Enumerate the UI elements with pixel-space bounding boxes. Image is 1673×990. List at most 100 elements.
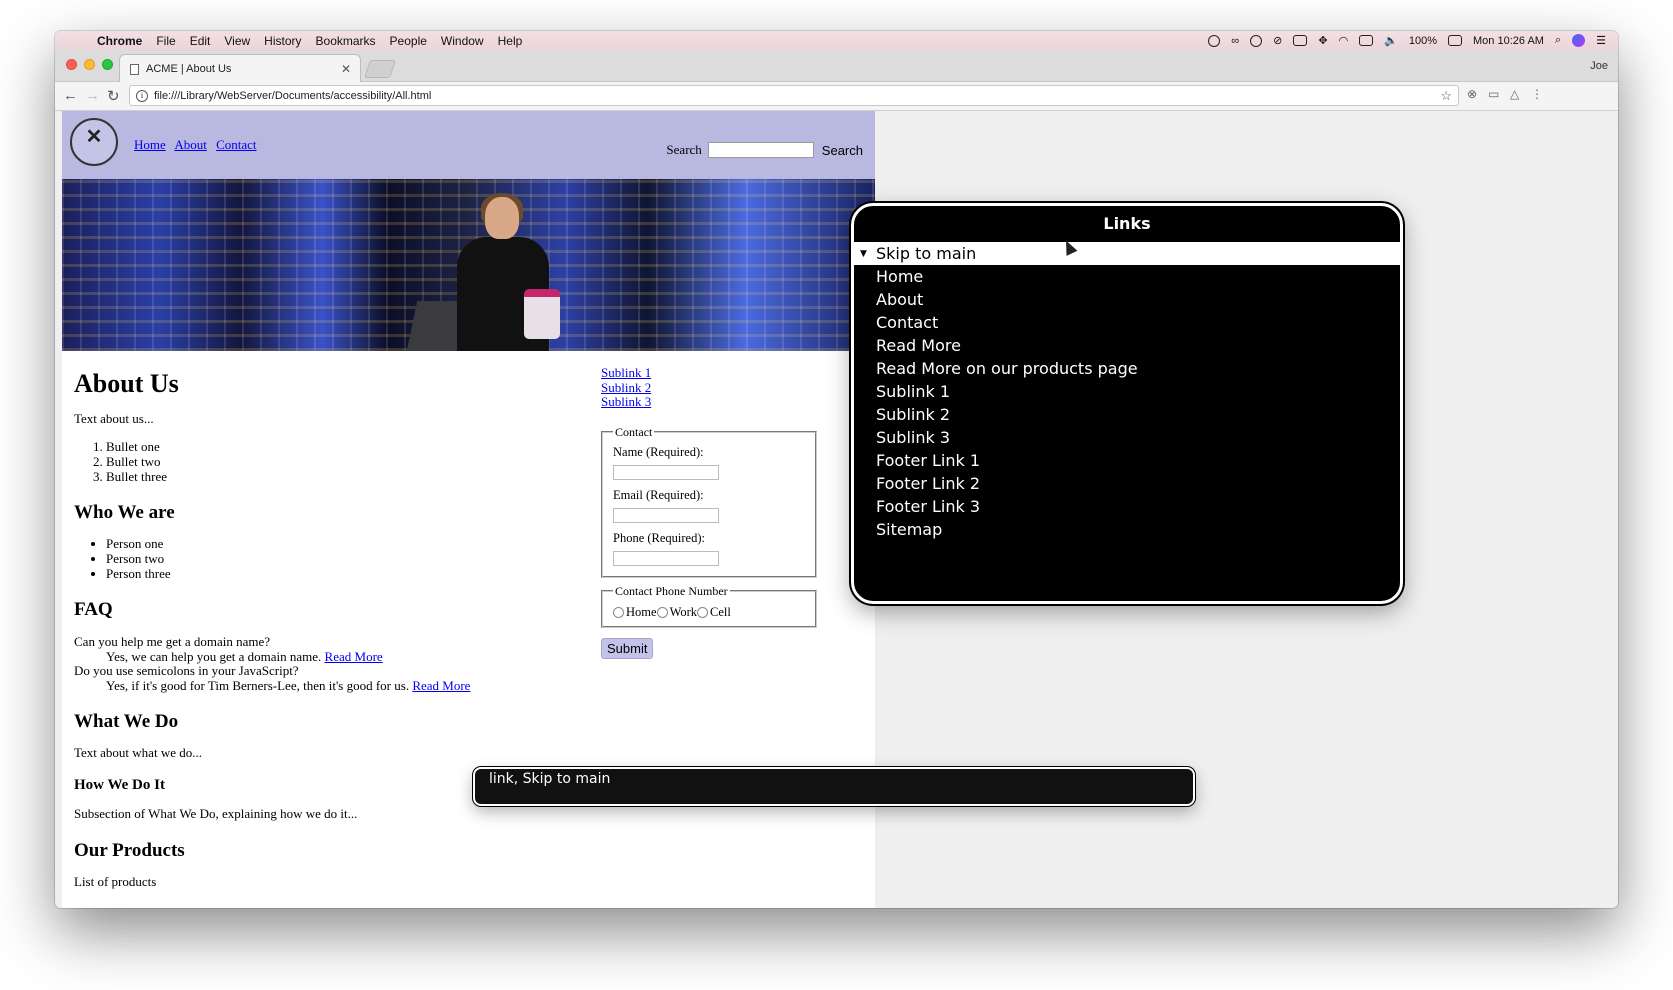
info-icon[interactable]: i [136,89,148,102]
zoom-window-button[interactable] [102,59,113,70]
profile-name[interactable]: Joe [1590,60,1608,72]
people-list: Person one Person two Person three [74,536,594,581]
menu-people[interactable]: People [390,34,427,48]
faq-heading: FAQ [74,599,113,620]
rotor-item[interactable]: ▼ Skip to main [854,242,1400,265]
menu-bookmarks[interactable]: Bookmarks [316,34,376,48]
tab-close-icon[interactable]: ✕ [341,62,351,76]
radio-work[interactable] [656,606,668,618]
battery-percent: 100% [1408,34,1438,47]
copy-icon[interactable] [1293,35,1308,46]
sublink-1[interactable]: Sublink 1 [601,365,821,381]
site-nav: Home About Contact [134,137,263,153]
rotor-item-label: About [876,290,924,309]
sync-off-icon[interactable]: ⊘ [1273,34,1282,47]
new-tab-button[interactable] [364,60,396,78]
faq-answer-text: Yes, we can help you get a domain name. [106,648,322,664]
faq-answer-text: Yes, if it's good for Tim Berners-Lee, t… [106,677,410,693]
who-we-are-heading: Who We are [74,502,175,523]
battery-icon[interactable] [1448,35,1463,46]
menu-file[interactable]: File [156,34,175,48]
read-more-link[interactable]: Read More [412,678,470,693]
rotor-item-label: Sublink 3 [876,428,951,447]
page-icon [130,63,139,75]
phone-type-options: Home Work Cell [613,605,805,620]
rotor-item-label: Sublink 2 [876,405,951,424]
move-icon[interactable]: ✥ [1318,34,1327,47]
phone-type-legend: Contact Phone Number [615,583,728,598]
rotor-item[interactable]: Footer Link 3 [854,495,1400,518]
rotor-item[interactable]: Read More on our products page [854,357,1400,380]
search-button[interactable]: Search [822,143,863,158]
menu-bar-status-area: ∞ ⊘ ✥ ◠ 🔈 100% Mon 10:26 AM ⌕ ☰ [1208,31,1606,50]
back-arrow-icon[interactable]: ← [63,87,78,104]
rotor-item[interactable]: Sublink 2 [854,403,1400,426]
creative-cloud-icon[interactable] [1250,34,1263,47]
menu-app-chrome[interactable]: Chrome [97,34,142,48]
menu-clock[interactable]: Mon 10:26 AM [1473,35,1544,47]
tab-strip: ACME | About Us ✕ Joe [55,50,1618,83]
bookmark-star-icon[interactable]: ☆ [1440,88,1452,104]
menu-window[interactable]: Window [441,34,484,48]
airplay-icon[interactable] [1359,35,1374,46]
minimize-window-button[interactable] [84,59,95,70]
contact-legend: Contact [615,424,653,439]
rotor-item-label: Read More [876,336,961,355]
menu-view[interactable]: View [224,34,250,48]
rotor-item[interactable]: Read More [854,334,1400,357]
rotor-item[interactable]: Footer Link 1 [854,449,1400,472]
rotor-item[interactable]: Home [854,265,1400,288]
address-bar[interactable]: i file:///Library/WebServer/Documents/ac… [129,85,1459,106]
radio-home[interactable] [613,606,624,618]
nav-link-about[interactable]: About [174,137,207,152]
rotor-item[interactable]: Sitemap [854,518,1400,541]
cast-icon[interactable]: ▭ [1488,87,1502,101]
url-text: file:///Library/WebServer/Documents/acce… [154,89,432,102]
sublink-2[interactable]: Sublink 2 [601,380,821,396]
infinity-icon[interactable]: ∞ [1231,35,1239,47]
rotor-item[interactable]: Sublink 1 [854,380,1400,403]
rotor-item[interactable]: Footer Link 2 [854,472,1400,495]
forward-arrow-icon[interactable]: → [85,87,100,104]
chrome-menu-icon[interactable]: ⋮ [1531,87,1545,101]
menu-history[interactable]: History [264,34,301,48]
page-title: About Us [74,369,179,398]
extension-icon[interactable]: ⊗ [1467,87,1481,101]
rotor-item[interactable]: Contact [854,311,1400,334]
radio-cell[interactable] [697,606,709,618]
tab-active[interactable]: ACME | About Us ✕ [119,54,361,83]
nav-link-contact[interactable]: Contact [216,137,256,152]
email-field[interactable] [613,507,719,523]
name-label: Name (Required): [613,444,704,459]
read-more-link[interactable]: Read More [325,649,383,664]
rotor-item[interactable]: Sublink 3 [854,426,1400,449]
sublink-3[interactable]: Sublink 3 [601,394,821,410]
what-we-do-text: Text about what we do... [74,745,202,760]
rotor-item-label: Footer Link 2 [876,474,981,493]
rotor-item[interactable]: About [854,288,1400,311]
siri-icon[interactable] [1572,34,1586,47]
notification-center-icon[interactable]: ☰ [1596,34,1606,47]
rotor-item-label: Footer Link 1 [876,451,981,470]
drive-icon[interactable]: △ [1510,87,1524,101]
phone-field[interactable] [613,550,719,566]
list-item: Person three [106,566,594,581]
menu-edit[interactable]: Edit [190,34,211,48]
submit-button[interactable]: Submit [601,637,654,659]
site-logo[interactable]: ✕ [70,118,118,166]
name-field[interactable] [613,464,719,480]
hero-image [62,179,875,351]
close-window-button[interactable] [66,59,77,70]
nav-link-home[interactable]: Home [134,137,166,152]
our-products-heading: Our Products [74,840,185,861]
spotlight-search-icon[interactable]: ⌕ [1555,34,1561,47]
what-we-do-heading: What We Do [74,711,179,732]
volume-icon[interactable]: 🔈 [1384,34,1398,47]
site-header: ✕ Home About Contact Search Search [62,111,875,179]
search-input[interactable] [707,142,814,158]
menu-help[interactable]: Help [498,34,523,48]
reload-icon[interactable]: ↻ [107,87,120,105]
rotor-item-label: Skip to main [876,244,977,263]
wifi-icon[interactable]: ◠ [1339,34,1349,47]
record-icon[interactable] [1208,34,1221,47]
